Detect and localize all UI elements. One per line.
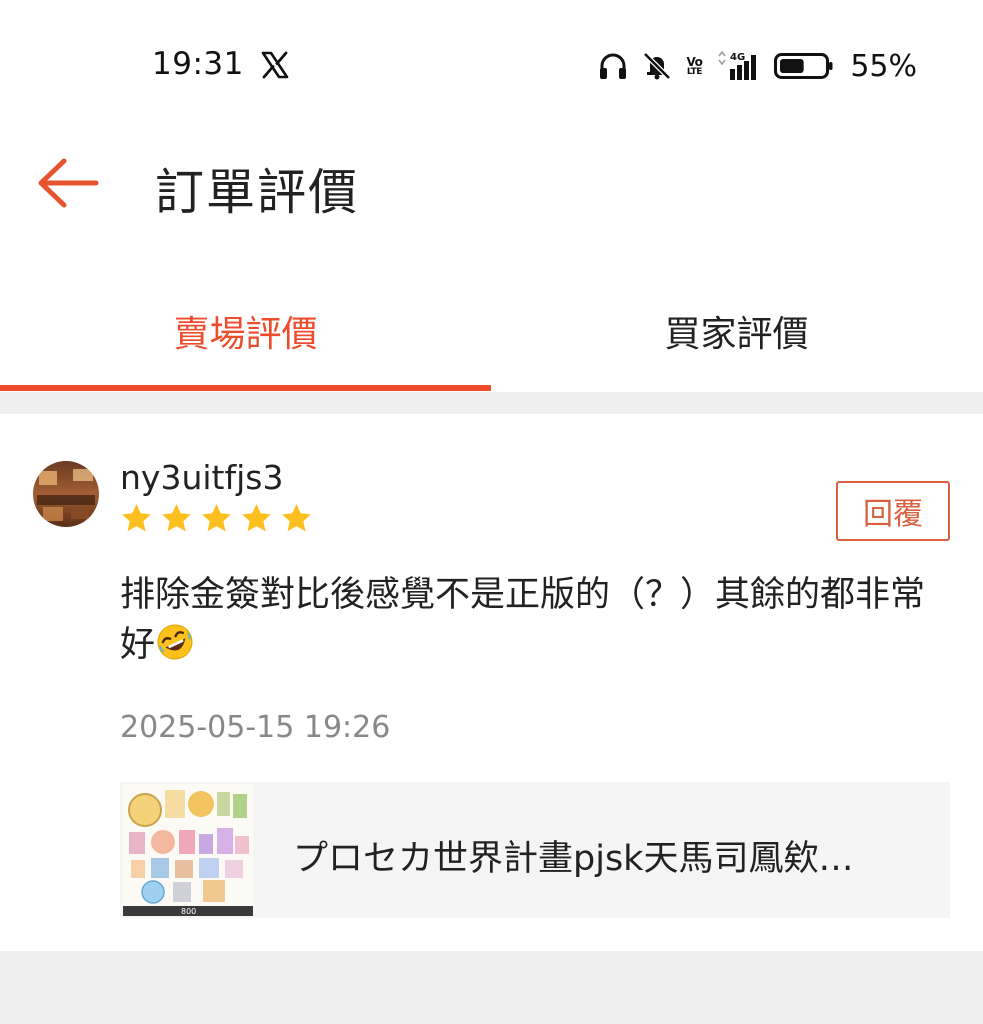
status-time: 19:31 — [152, 46, 244, 82]
volte-top-label: Vo — [686, 54, 703, 69]
star-icon — [162, 504, 191, 532]
app-header: 訂單評價 — [0, 135, 983, 230]
product-thumbnail-image: 800 — [123, 784, 253, 916]
status-icons: Vo LTE 4G 55% — [598, 48, 917, 84]
battery-icon — [774, 53, 833, 79]
page-title: 訂單評價 — [155, 164, 360, 221]
network-type-label: 4G — [730, 52, 745, 63]
product-title: プロセカ世界計畫pjsk天馬司鳳欸… — [293, 839, 854, 879]
product-link[interactable]: 800 プロセカ世界計畫pjsk天馬司鳳欸… — [120, 782, 950, 918]
volte-icon: Vo LTE — [686, 56, 702, 77]
tab-seller-reviews[interactable]: 賣場評價 — [0, 265, 491, 393]
volte-bottom-label: LTE — [686, 66, 703, 77]
rofl-emoji-icon — [157, 624, 193, 660]
review-comment: 排除金簽對比後感覺不是正版的（？）其餘的都非常好 — [120, 570, 940, 670]
star-icon — [122, 504, 151, 532]
tab-label: 賣場評價 — [173, 314, 318, 355]
avatar[interactable] — [33, 461, 99, 527]
star-icon — [242, 504, 271, 532]
active-tab-indicator — [0, 385, 491, 391]
review-timestamp: 2025-05-15 19:26 — [120, 710, 391, 745]
reply-button[interactable]: 回覆 — [836, 481, 950, 541]
product-thumb-caption: 800 — [181, 907, 196, 916]
x-logo-icon — [261, 51, 289, 79]
bell-muted-icon — [643, 52, 672, 80]
review-comment-text: 排除金簽對比後感覺不是正版的（？）其餘的都非常好 — [120, 575, 926, 665]
review-card: ny3uitfjs3 回覆 排除金簽對比後感覺不是正版的（？）其餘的都非常好 2… — [0, 414, 983, 951]
tab-bar: 賣場評價 買家評價 — [0, 265, 983, 393]
star-icon — [282, 504, 311, 532]
avatar-image — [33, 461, 99, 527]
tab-buyer-reviews[interactable]: 買家評價 — [491, 265, 982, 393]
tab-label: 買家評價 — [664, 314, 809, 355]
section-divider — [0, 392, 983, 414]
product-thumbnail: 800 — [123, 784, 253, 916]
back-arrow-icon[interactable] — [34, 155, 100, 211]
headphones-icon — [600, 53, 627, 79]
rating-stars — [120, 502, 313, 535]
reviewer-username: ny3uitfjs3 — [120, 458, 284, 497]
star-icon — [202, 504, 231, 532]
status-bar: 19:31 Vo LTE 4G 55% — [0, 0, 983, 135]
signal-4g-icon: 4G — [718, 50, 757, 80]
page-background — [0, 951, 983, 1024]
battery-percent: 55% — [850, 48, 917, 84]
